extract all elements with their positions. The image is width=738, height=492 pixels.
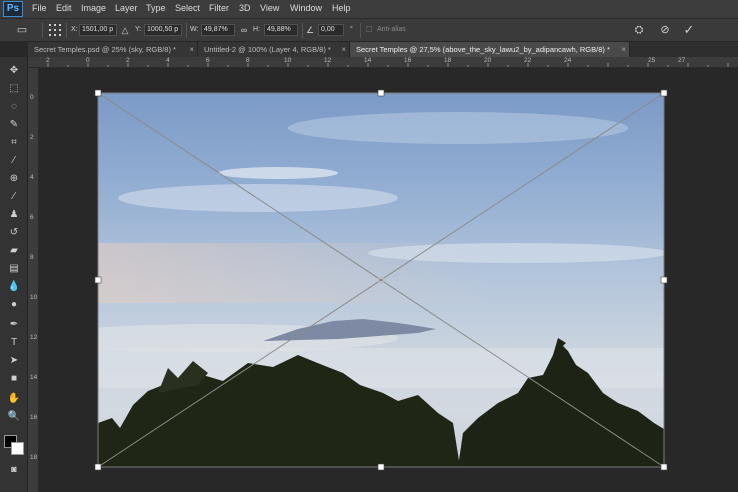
ruler-label: 27 (678, 57, 686, 64)
transform-tool-icon[interactable]: ▭ (12, 22, 32, 38)
ruler-label: 12 (324, 57, 332, 64)
vertical-ruler: 0 2 4 6 8 10 12 14 16 18 (28, 68, 39, 492)
zoom-icon[interactable]: 🔍 (4, 409, 24, 425)
menu-layer[interactable]: Layer (115, 3, 138, 13)
ruler-label: 10 (30, 294, 38, 301)
sky-photo-layer[interactable] (98, 93, 664, 467)
menu-edit[interactable]: Edit (56, 3, 72, 13)
menu-window[interactable]: Window (290, 3, 322, 13)
ruler-label: 14 (364, 57, 372, 64)
ruler-label: 6 (30, 214, 34, 221)
height-field[interactable]: 49,88% (264, 24, 298, 36)
tab-untitled-2[interactable]: Untitled-2 @ 100% (Layer 4, RGB/8) * × (198, 42, 350, 57)
tab-label: Untitled-2 @ 100% (Layer 4, RGB/8) * (204, 45, 331, 54)
background-color-swatch[interactable] (11, 442, 24, 455)
ruler-label: 24 (564, 57, 572, 64)
quick-select-icon[interactable]: ✎ (4, 117, 24, 133)
ruler-label: 8 (246, 57, 250, 64)
menu-type[interactable]: Type (146, 3, 166, 13)
type-icon[interactable]: T (4, 335, 24, 351)
tab-secret-temples-active[interactable]: Secret Temples @ 27,5% (above_the_sky_la… (350, 42, 630, 57)
close-icon[interactable]: × (621, 42, 626, 57)
blur-icon[interactable]: 💧 (4, 279, 24, 295)
tab-secret-temples-psd[interactable]: Secret Temples.psd @ 25% (sky, RGB/8) * … (28, 42, 198, 57)
menu-filter[interactable]: Filter (209, 3, 229, 13)
ruler-label: 0 (30, 94, 34, 101)
antialias-label: Anti-alias (377, 26, 406, 33)
shape-icon[interactable]: ■ (4, 371, 24, 387)
path-select-icon[interactable]: ➤ (4, 353, 24, 369)
ruler-label: 2 (30, 134, 34, 141)
antialias-checkbox[interactable]: ☐ (364, 22, 374, 38)
ruler-label: 25 (648, 57, 656, 64)
cancel-transform-icon[interactable]: ⊘ (657, 22, 673, 38)
ruler-label: 10 (284, 57, 292, 64)
options-bar: ▭ X: 1501,00 p △ Y: 1000,50 p W: 49,87% … (0, 18, 738, 42)
menu-help[interactable]: Help (332, 3, 351, 13)
menu-file[interactable]: File (32, 3, 47, 13)
delta-icon[interactable]: △ (119, 22, 131, 38)
stamp-icon[interactable]: ♟ (4, 207, 24, 223)
history-brush-icon[interactable]: ↺ (4, 225, 24, 241)
photoshop-logo: Ps (3, 1, 23, 17)
width-field[interactable]: 49,87% (201, 24, 235, 36)
horizontal-ruler: 2 0 2 4 6 8 10 12 14 16 18 20 22 24 25 2… (28, 57, 738, 68)
hand-icon[interactable]: ✋ (4, 391, 24, 407)
menu-image[interactable]: Image (81, 3, 106, 13)
quick-mask-icon[interactable]: ◙ (4, 461, 24, 477)
angle-unit: ° (350, 26, 353, 33)
angle-field[interactable]: 0,00 (318, 24, 344, 36)
ruler-label: 16 (404, 57, 412, 64)
rotate-angle-icon: ∠ (305, 25, 315, 35)
menu-select[interactable]: Select (175, 3, 200, 13)
ruler-label: 20 (484, 57, 492, 64)
ruler-label: 4 (166, 57, 170, 64)
ruler-label: 14 (30, 374, 38, 381)
eyedropper-icon[interactable]: ⁄ (4, 153, 24, 169)
eraser-icon[interactable]: ▰ (4, 243, 24, 259)
x-label: X: (71, 26, 78, 33)
ruler-label: 18 (444, 57, 452, 64)
ruler-label: 2 (126, 57, 130, 64)
gradient-icon[interactable]: ▤ (4, 261, 24, 277)
ruler-label: 8 (30, 254, 34, 261)
tools-panel: ✥ ⬚ ◌ ✎ ⌗ ⁄ ⊕ ∕ ♟ ↺ ▰ ▤ 💧 ● ✒ T ➤ ■ ✋ 🔍 … (0, 57, 28, 492)
pen-icon[interactable]: ✒ (4, 317, 24, 333)
close-icon[interactable]: × (341, 42, 346, 57)
menu-view[interactable]: View (260, 3, 279, 13)
commit-transform-icon[interactable]: ✓ (681, 22, 697, 38)
reference-point-icon[interactable] (46, 22, 64, 38)
healing-icon[interactable]: ⊕ (4, 171, 24, 187)
ruler-label: 4 (30, 174, 34, 181)
lasso-icon[interactable]: ◌ (4, 99, 24, 115)
ruler-label: 6 (206, 57, 210, 64)
close-icon[interactable]: × (189, 42, 194, 57)
marquee-icon[interactable]: ⬚ (4, 81, 24, 97)
menu-3d[interactable]: 3D (239, 3, 251, 13)
ruler-label: 2 (46, 57, 50, 64)
y-position-field[interactable]: 1000,50 p (144, 24, 182, 36)
link-icon[interactable]: ∞ (237, 22, 251, 38)
ruler-label: 0 (86, 57, 90, 64)
ruler-label: 18 (30, 454, 38, 461)
ruler-label: 22 (524, 57, 532, 64)
menu-bar: Ps File Edit Image Layer Type Select Fil… (0, 0, 738, 18)
dodge-icon[interactable]: ● (4, 297, 24, 313)
warp-mode-icon[interactable]: ⛭ (631, 22, 647, 38)
x-position-field[interactable]: 1501,00 p (79, 24, 117, 36)
crop-icon[interactable]: ⌗ (4, 135, 24, 151)
ruler-label: 12 (30, 334, 38, 341)
move-icon[interactable]: ✥ (4, 63, 24, 79)
h-label: H: (253, 26, 260, 33)
brush-icon[interactable]: ∕ (4, 189, 24, 205)
ruler-label: 16 (30, 414, 38, 421)
sky-photo-image (98, 93, 664, 467)
tab-label: Secret Temples @ 27,5% (above_the_sky_la… (356, 45, 610, 54)
w-label: W: (190, 26, 199, 33)
tab-label: Secret Temples.psd @ 25% (sky, RGB/8) * (34, 45, 176, 54)
document-tab-bar: Secret Temples.psd @ 25% (sky, RGB/8) * … (28, 42, 738, 57)
y-label: Y: (135, 26, 142, 33)
